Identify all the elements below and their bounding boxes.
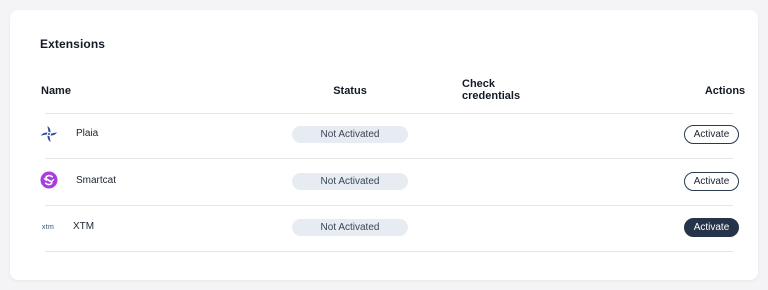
extensions-panel: Extensions Name Status Check credentials… [10,10,758,280]
status-badge: Not Activated [292,173,408,190]
column-header-status: Status [333,85,367,97]
extension-name: Smartcat [76,175,117,186]
status-badge: Not Activated [292,126,408,143]
status-badge: Not Activated [292,219,408,236]
table-row-plaia: Plaia Not Activated Activate [10,111,758,157]
table-row-smartcat: Smartcat Not Activated Activate [10,158,758,204]
plaia-logo-icon [40,125,58,143]
extension-name: XTM [73,221,95,232]
activate-button[interactable]: Activate [684,125,739,144]
smartcat-logo-icon [40,171,58,189]
xtm-logo-text: xtm [41,223,55,231]
column-header-check-credentials: Check credentials [462,78,521,102]
xtm-logo-icon: xtm [38,219,58,235]
column-header-name: Name [41,85,71,97]
row-divider [45,251,733,252]
extension-name: Plaia [76,128,99,139]
panel-title: Extensions [40,37,106,51]
column-header-actions: Actions [704,85,746,97]
activate-button[interactable]: Activate [684,172,739,191]
activate-button[interactable]: Activate [684,218,739,237]
table-row-xtm: xtm XTM Not Activated Activate [10,204,758,250]
